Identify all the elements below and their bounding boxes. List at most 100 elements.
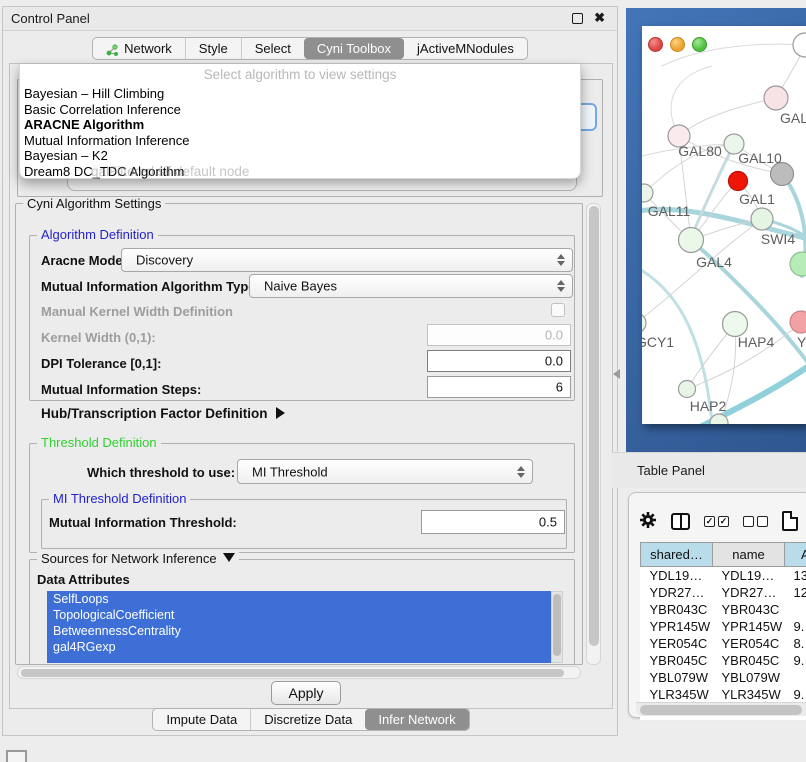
mi-threshold-field[interactable]: 0.5: [421, 510, 565, 534]
stepper-icon: [557, 254, 565, 266]
attribute-item-selected[interactable]: gal4RGexp: [47, 639, 551, 655]
table-row[interactable]: YDR27…YDR27…12: [641, 584, 806, 601]
table-row[interactable]: YBR043CYBR043C: [641, 601, 806, 618]
table-row[interactable]: YER054CYER054C8.: [641, 635, 806, 652]
tab-jactivemnodules[interactable]: jActiveMNodules: [404, 38, 527, 59]
stepper-icon: [517, 466, 525, 478]
dpi-tolerance-field[interactable]: 0.0: [427, 350, 571, 372]
column-header[interactable]: A: [785, 543, 806, 567]
mi-threshold-group-label: MI Threshold Definition: [49, 492, 190, 505]
algorithm-option[interactable]: Bayesian – K2: [20, 148, 580, 164]
screen: Control Panel ✖ Network: [0, 0, 806, 762]
which-threshold-combo[interactable]: MI Threshold: [237, 459, 533, 484]
settings-horizontal-scrollbar-thumb[interactable]: [21, 669, 564, 677]
tab-select[interactable]: Select: [241, 38, 304, 59]
algorithm-dropdown-hint: Select algorithm to view settings: [20, 67, 580, 82]
node-label: GAL11: [648, 203, 691, 219]
tab-label: Select: [255, 38, 291, 59]
attributes-scrollbar[interactable]: [551, 591, 563, 663]
table-row[interactable]: YBL079WYBL079W: [641, 669, 806, 686]
table-cell: YLR345W: [641, 686, 713, 703]
column-header[interactable]: name: [713, 543, 785, 567]
table-row[interactable]: YBR045CYBR045C9.: [641, 652, 806, 669]
column-header[interactable]: shared…: [641, 543, 713, 567]
hub-section-toggle[interactable]: Hub/Transcription Factor Definition: [41, 406, 285, 421]
algorithm-option[interactable]: Bayesian – Hill Climbing: [20, 86, 580, 102]
tab-cyni-toolbox[interactable]: Cyni Toolbox: [304, 38, 404, 59]
table-toolbar: ✓✓: [639, 505, 806, 537]
threshold-definition-label: Threshold Definition: [37, 436, 161, 449]
tab-network[interactable]: Network: [93, 38, 185, 59]
node-red[interactable]: [729, 172, 748, 191]
network-edge[interactable]: [679, 98, 776, 136]
table-row[interactable]: YPR145WYPR145W9.: [641, 618, 806, 635]
table-cell: YLR345W: [713, 686, 785, 703]
table-header: shared…nameA: [641, 543, 806, 567]
aracne-mode-combo[interactable]: Discovery: [121, 248, 573, 272]
gear-icon[interactable]: [639, 511, 657, 532]
node-pink-right[interactable]: [790, 311, 806, 333]
node-hap2[interactable]: [679, 381, 696, 398]
node-label: HAP4: [738, 334, 775, 350]
node-hap4[interactable]: [723, 312, 748, 337]
algorithm-option[interactable]: Mutual Information Inference: [20, 133, 580, 149]
node-gal4[interactable]: [679, 228, 704, 253]
table-horizontal-scrollbar[interactable]: [636, 702, 806, 716]
algorithm-option[interactable]: Basic Correlation Inference: [20, 102, 580, 118]
table-panel-title: Table Panel: [637, 463, 705, 478]
settings-horizontal-scrollbar[interactable]: [17, 666, 581, 679]
tab-infer-network[interactable]: Infer Network: [365, 709, 468, 730]
algorithm-definition-label: Algorithm Definition: [37, 228, 158, 241]
table-row[interactable]: YDL19…YDL19…13: [641, 567, 806, 584]
table-horizontal-scrollbar-thumb[interactable]: [640, 705, 802, 715]
node-partial-top[interactable]: [793, 33, 806, 57]
algorithm-option[interactable]: ARACNE Algorithm: [20, 117, 580, 133]
attribute-item-selected[interactable]: SelfLoops: [47, 591, 551, 607]
apply-button[interactable]: Apply: [271, 681, 341, 705]
tab-impute-data[interactable]: Impute Data: [153, 709, 250, 730]
settings-vertical-scrollbar-thumb[interactable]: [589, 206, 599, 646]
sources-group-label[interactable]: Sources for Network Inference: [37, 552, 239, 565]
export-table-icon[interactable]: [782, 511, 798, 531]
table-cell: YBR043C: [641, 601, 713, 618]
tab-discretize-data[interactable]: Discretize Data: [250, 709, 365, 730]
tab-style[interactable]: Style: [185, 38, 241, 59]
mi-steps-field[interactable]: 6: [427, 376, 571, 398]
node-label: SWI4: [761, 231, 795, 247]
network-edge[interactable]: [662, 44, 805, 66]
node-pink-top[interactable]: [764, 86, 788, 110]
manual-kernel-label: Manual Kernel Width Definition: [41, 304, 233, 319]
network-canvas[interactable]: GALGAL10GAL80GAL1GAL11GAL4GCY1HAP4YHAP2S…: [642, 26, 806, 424]
float-window-icon[interactable]: [572, 13, 583, 24]
bottom-tab-group: Impute Data Discretize Data Infer Networ…: [152, 708, 469, 731]
table-cell: [785, 669, 806, 686]
attributes-scrollbar-thumb[interactable]: [553, 594, 561, 656]
table-cell: YER054C: [713, 635, 785, 652]
settings-vertical-scrollbar[interactable]: [586, 203, 601, 665]
data-attributes-label: Data Attributes: [37, 572, 130, 587]
dpi-tolerance-label: DPI Tolerance [0,1]:: [41, 356, 161, 371]
table-row[interactable]: YLR345WYLR345W9.: [641, 686, 806, 703]
algorithm-dropdown-items: Bayesian – Hill ClimbingBasic Correlatio…: [20, 86, 580, 179]
network-view-window: GALGAL10GAL80GAL1GAL11GAL4GCY1HAP4YHAP2S…: [642, 26, 806, 424]
attribute-item-selected[interactable]: BetweennessCentrality: [47, 623, 551, 639]
splitter-collapse-icon[interactable]: [613, 369, 620, 379]
table-cell: YBR045C: [641, 652, 713, 669]
attribute-item-selected[interactable]: TopologicalCoefficient: [47, 607, 551, 623]
columns-icon[interactable]: [671, 513, 690, 530]
table-cell: YBL079W: [713, 669, 785, 686]
close-icon[interactable]: ✖: [594, 10, 605, 26]
deselect-all-icon[interactable]: [743, 516, 768, 527]
stepper-icon: [557, 280, 565, 292]
node-green-right[interactable]: [790, 252, 806, 276]
minimized-panel-icon[interactable]: [6, 750, 27, 762]
kernel-width-value: 0.0: [545, 328, 563, 343]
table-cell: 9.: [785, 652, 806, 669]
table-cell: YER054C: [641, 635, 713, 652]
kernel-width-field[interactable]: 0.0: [427, 324, 571, 346]
algorithm-option[interactable]: Dream8 DC_TDC Algorithm: [20, 164, 580, 180]
manual-kernel-checkbox[interactable]: [551, 303, 565, 317]
select-all-icon[interactable]: ✓✓: [704, 516, 729, 527]
node-gal1[interactable]: [751, 208, 773, 230]
mi-type-combo[interactable]: Naive Bayes: [249, 274, 573, 298]
